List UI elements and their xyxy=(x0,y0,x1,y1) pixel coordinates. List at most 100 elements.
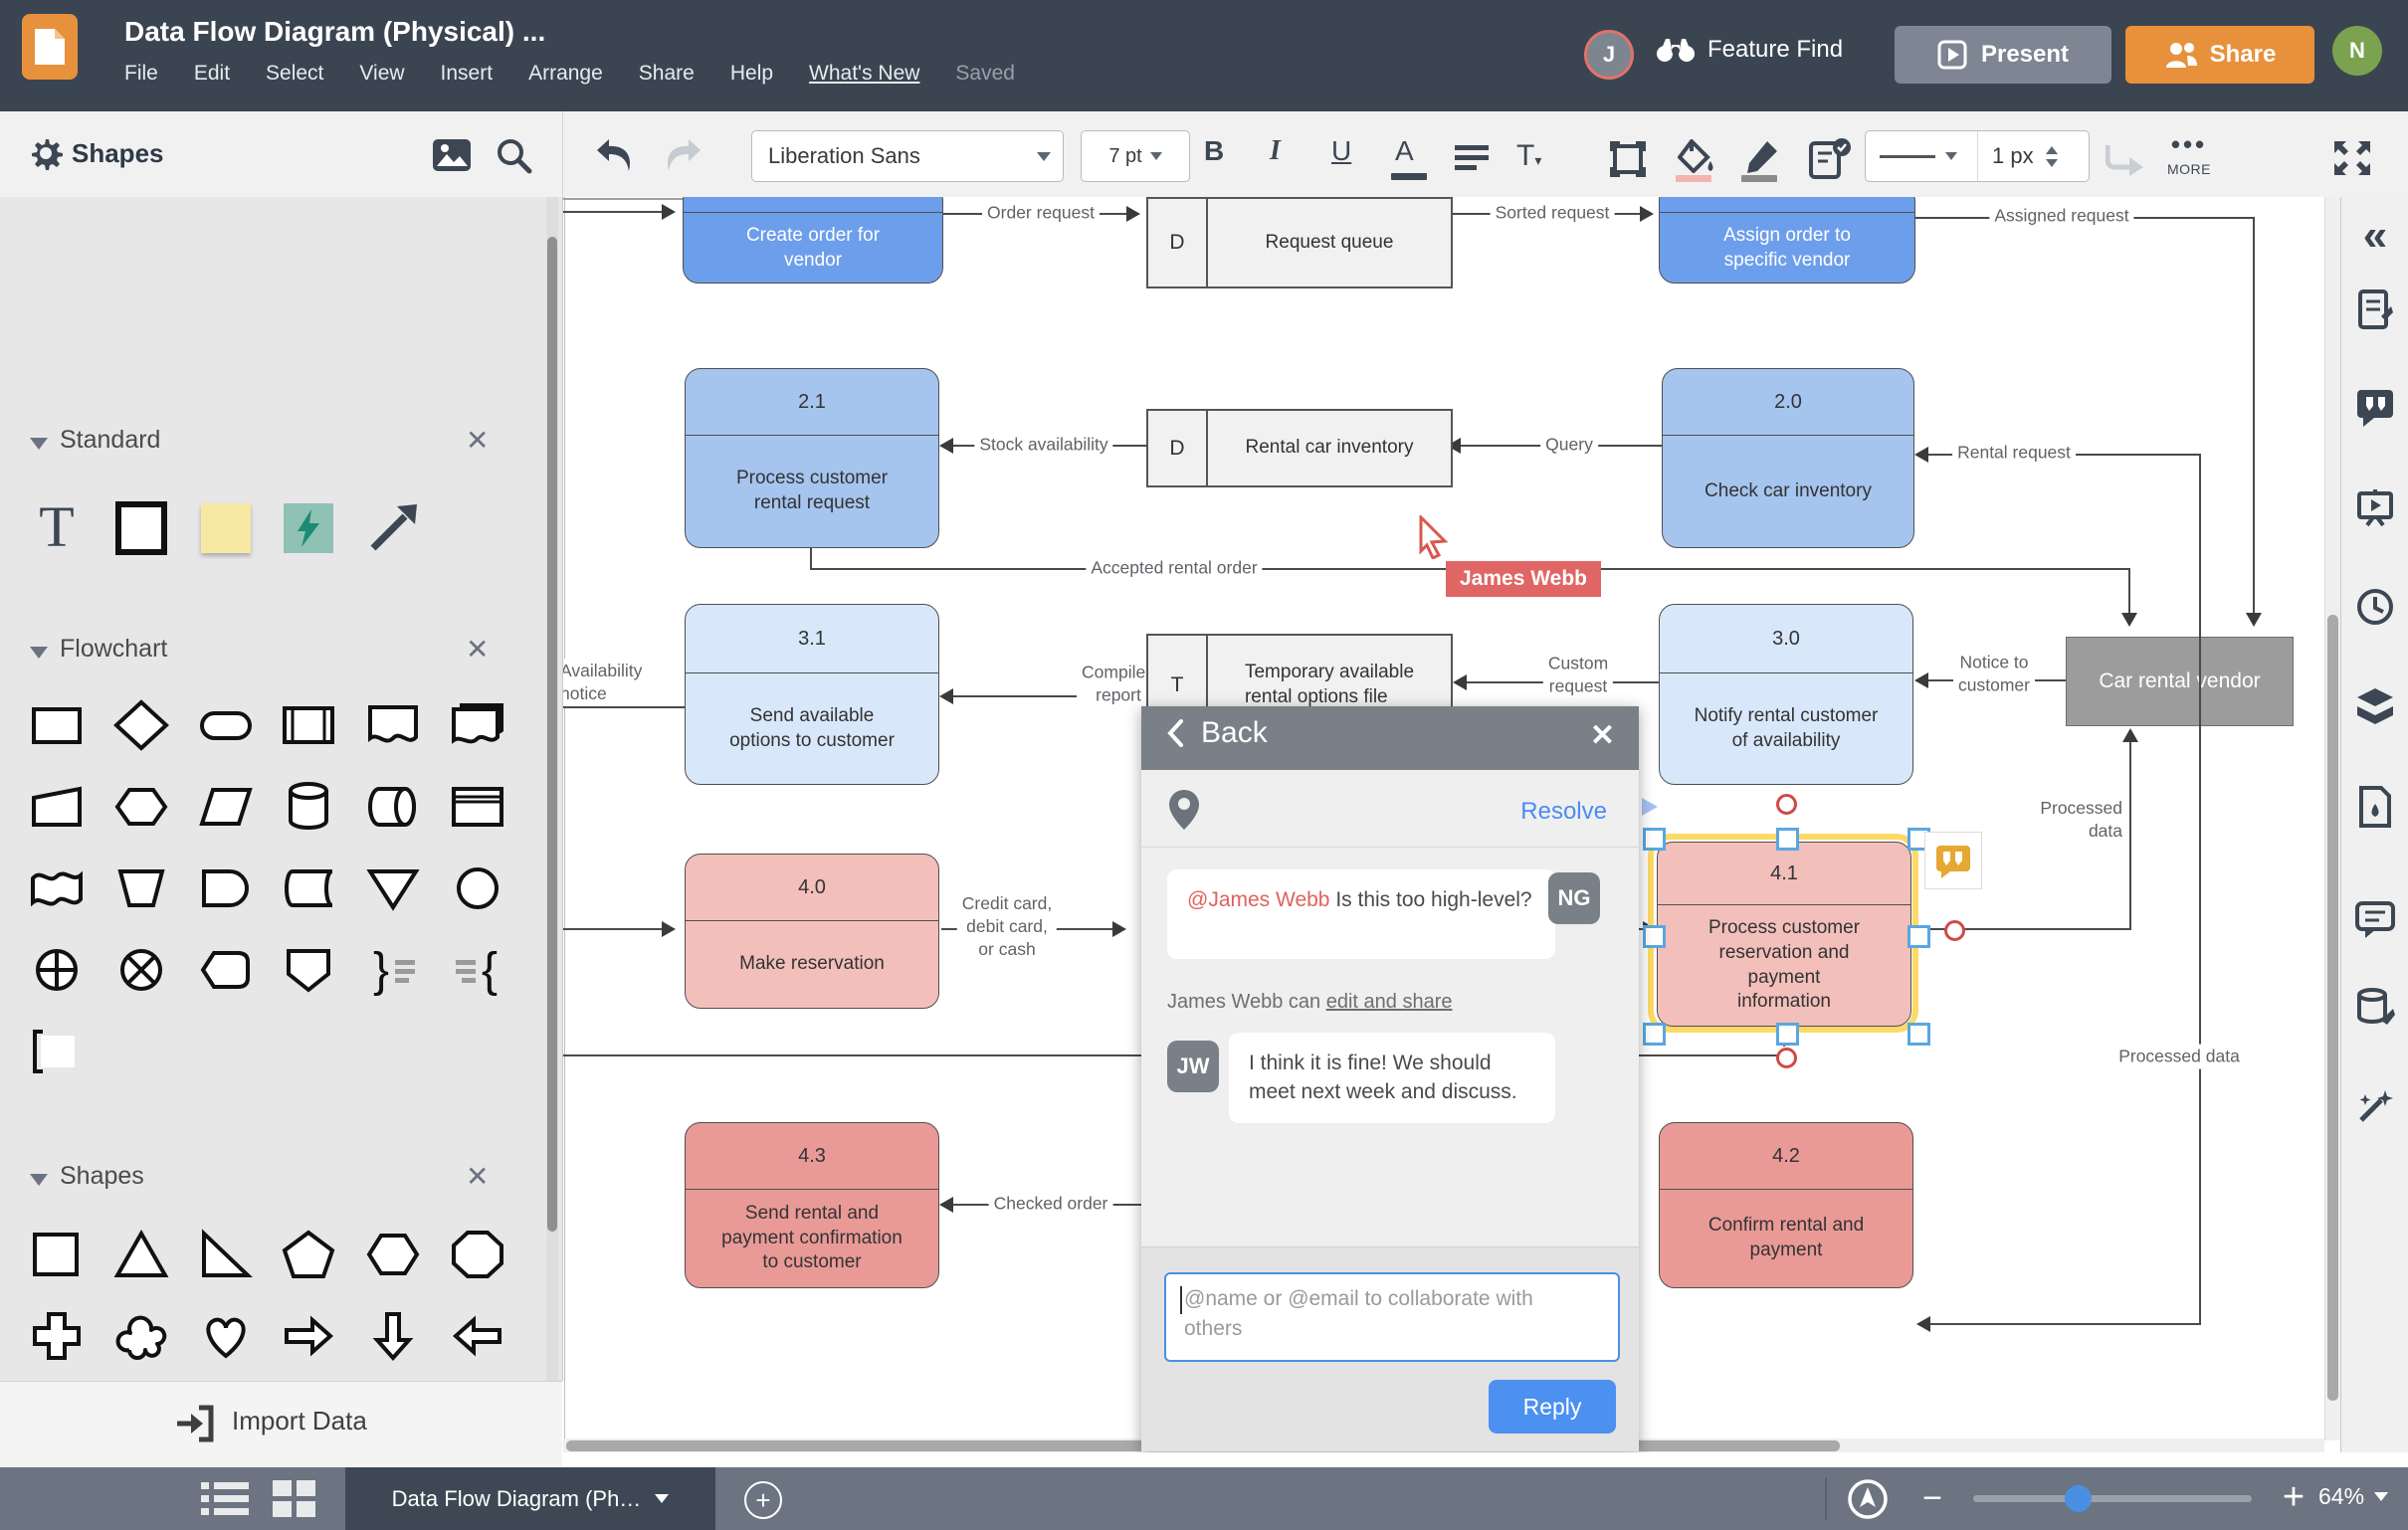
sidebar-scrollbar[interactable] xyxy=(546,197,558,1381)
shape-heart[interactable] xyxy=(194,1303,258,1369)
shape-arrow-right[interactable] xyxy=(277,1303,340,1369)
edge-label[interactable]: Order request xyxy=(982,200,1100,226)
import-data-bar[interactable]: Import Data xyxy=(0,1381,562,1468)
selection-handle[interactable] xyxy=(1643,828,1666,851)
selection-handle[interactable] xyxy=(1907,925,1930,948)
shape-note-bracket[interactable] xyxy=(25,1019,89,1084)
shape-display[interactable] xyxy=(194,937,258,1003)
comments-panel-icon[interactable] xyxy=(2355,388,2395,428)
fullscreen-button[interactable] xyxy=(2332,139,2372,177)
shape-data[interactable] xyxy=(194,774,258,840)
edge-label[interactable]: Processed data xyxy=(2113,1044,2245,1069)
shape-hexagon[interactable] xyxy=(361,1222,425,1287)
shape-document[interactable] xyxy=(361,692,425,758)
image-library-icon[interactable] xyxy=(432,138,472,172)
node-store-rental-inventory[interactable]: D Rental car inventory xyxy=(1146,409,1453,487)
shape-stored-data[interactable] xyxy=(277,856,340,921)
shape-preparation[interactable] xyxy=(109,774,173,840)
line-style-dropdown[interactable] xyxy=(1866,131,1978,181)
shape-data-button[interactable] xyxy=(1809,137,1853,179)
shape-arrow-down[interactable] xyxy=(361,1303,425,1369)
node-2-1[interactable]: 2.1 Process customer rental request xyxy=(685,368,939,548)
selection-handle[interactable] xyxy=(1643,925,1666,948)
close-section-icon[interactable]: ✕ xyxy=(466,633,489,666)
shape-brace-left[interactable]: { xyxy=(446,937,509,1003)
line-width-stepper[interactable] xyxy=(2045,145,2058,167)
text-color-button[interactable]: A xyxy=(1395,135,1414,167)
feature-find-button[interactable]: Feature Find xyxy=(1656,36,1843,64)
edge-label[interactable]: Assigned request xyxy=(1989,203,2134,229)
collapse-triangle-icon[interactable] xyxy=(30,647,48,659)
node-3-1[interactable]: 3.1 Send available options to customer xyxy=(685,604,939,785)
diagram-canvas[interactable]: Create order for vendor D Request queue … xyxy=(563,197,2340,1452)
connector-endpoint[interactable] xyxy=(1776,794,1797,815)
shape-connector[interactable] xyxy=(446,856,509,921)
connector-endpoint[interactable] xyxy=(1944,920,1965,941)
back-button[interactable]: Back xyxy=(1167,716,1268,750)
shape-octagon[interactable] xyxy=(446,1222,509,1287)
comment-input[interactable]: @name or @email to collaborate with othe… xyxy=(1164,1272,1620,1362)
edit-and-share-link[interactable]: edit and share xyxy=(1326,991,1453,1013)
shape-process[interactable] xyxy=(25,692,89,758)
menu-select[interactable]: Select xyxy=(266,62,323,86)
zoom-slider[interactable] xyxy=(1973,1485,2252,1512)
shape-square[interactable] xyxy=(25,1222,89,1287)
menu-edit[interactable]: Edit xyxy=(194,62,230,86)
node-4-2[interactable]: 4.2 Confirm rental and payment xyxy=(1659,1122,1913,1288)
menu-view[interactable]: View xyxy=(359,62,404,86)
shape-database[interactable] xyxy=(277,774,340,840)
shape-lightning[interactable] xyxy=(277,495,340,561)
shape-style-button[interactable] xyxy=(1610,141,1646,177)
add-page-button[interactable]: + xyxy=(744,1481,782,1519)
bold-button[interactable]: B xyxy=(1204,135,1224,167)
connector-endpoint[interactable] xyxy=(1776,1048,1797,1068)
selection-handle[interactable] xyxy=(1643,1023,1666,1046)
shape-manual-input[interactable] xyxy=(25,774,89,840)
node-create-order[interactable]: Create order for vendor xyxy=(683,197,943,284)
document-title[interactable]: Data Flow Diagram (Physical) ... xyxy=(124,16,545,48)
selection-handle[interactable] xyxy=(1907,1023,1930,1046)
close-section-icon[interactable]: ✕ xyxy=(466,424,489,457)
resolve-link[interactable]: Resolve xyxy=(1520,798,1607,826)
location-pin-icon[interactable] xyxy=(1167,788,1201,832)
shape-right-triangle[interactable] xyxy=(194,1222,258,1287)
layers-panel-icon[interactable] xyxy=(2355,686,2395,726)
user-avatar-n[interactable]: N xyxy=(2332,26,2382,76)
menu-help[interactable]: Help xyxy=(730,62,773,86)
shape-sticky-note[interactable] xyxy=(194,495,258,561)
shape-cloud[interactable] xyxy=(109,1303,173,1369)
menu-arrange[interactable]: Arrange xyxy=(528,62,603,86)
shape-direct-access-storage[interactable] xyxy=(361,774,425,840)
collapse-panel-icon[interactable]: « xyxy=(2363,211,2387,261)
edge-label[interactable]: Sorted request xyxy=(1490,200,1615,226)
node-4-1[interactable]: 4.1 Process customer reservation and pay… xyxy=(1657,842,1911,1027)
connector-style-button[interactable] xyxy=(2106,143,2145,177)
edge-label[interactable]: Credit card, debit card, or cash xyxy=(956,890,1058,962)
menu-insert[interactable]: Insert xyxy=(441,62,494,86)
shape-terminator[interactable] xyxy=(194,692,258,758)
shape-or-junction[interactable] xyxy=(25,937,89,1003)
zoom-in-button[interactable]: + xyxy=(2277,1478,2310,1516)
gear-icon[interactable] xyxy=(26,133,66,173)
edge-label[interactable]: Processed data xyxy=(2018,796,2127,844)
redo-button[interactable] xyxy=(659,137,702,175)
shape-rectangle-std[interactable] xyxy=(109,495,173,561)
font-family-select[interactable]: Liberation Sans xyxy=(751,130,1064,182)
magic-panel-icon[interactable] xyxy=(2355,1086,2395,1126)
edge-label[interactable]: Rental request xyxy=(1952,440,2076,466)
menu-share[interactable]: Share xyxy=(639,62,695,86)
menu-file[interactable]: File xyxy=(124,62,158,86)
node-car-rental-vendor[interactable]: Car rental vendor xyxy=(2066,637,2294,726)
underline-button[interactable]: U xyxy=(1331,135,1351,167)
menu-whats-new[interactable]: What's New xyxy=(809,62,919,86)
edge-label[interactable]: Checked order xyxy=(988,1191,1113,1217)
more-tools-button[interactable]: ••• MORE xyxy=(2167,131,2211,177)
search-icon[interactable] xyxy=(494,135,533,175)
page-list-icon[interactable] xyxy=(201,1482,249,1516)
share-button[interactable]: Share xyxy=(2125,26,2314,84)
presentation-panel-icon[interactable] xyxy=(2355,487,2395,527)
mention-text[interactable]: @James Webb xyxy=(1187,888,1329,911)
line-width-value[interactable]: 1 px xyxy=(1992,143,2034,169)
shape-brace-right[interactable]: } xyxy=(361,937,425,1003)
edge-label[interactable]: Notice to customer xyxy=(1953,650,2035,697)
